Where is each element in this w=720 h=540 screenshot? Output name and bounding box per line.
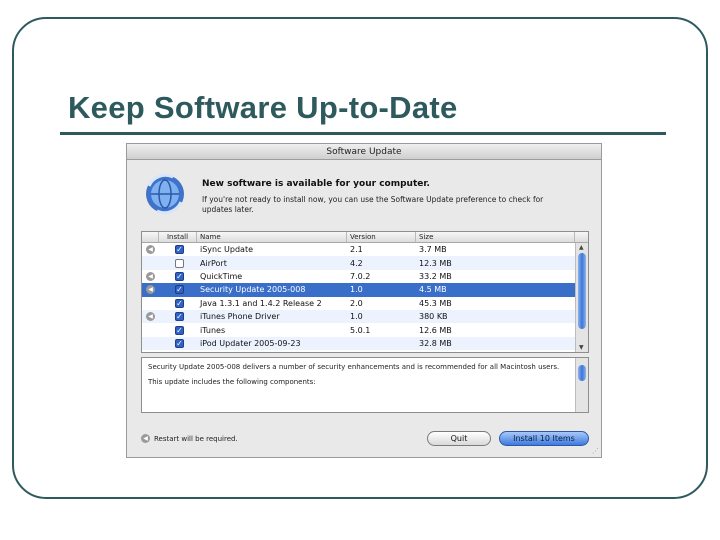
table-rows: ◀ ✓ iSync Update 2.1 3.7 MB AirPort 4.2 12.3 MB… <box>142 243 577 351</box>
update-version: 4.2 <box>350 258 363 268</box>
update-name: iSync Update <box>200 245 254 255</box>
table-row[interactable]: ◀ ✓ Security Update 2005-008 1.0 4.5 MB <box>142 283 577 297</box>
restart-indicator-cell: ◀ <box>142 285 159 295</box>
table-scrollbar[interactable]: ▲ ▼ <box>575 243 588 352</box>
restart-icon: ◀ <box>146 245 155 255</box>
restart-icon: ◀ <box>146 285 155 295</box>
table-row[interactable]: ✓ Java 1.3.1 and 1.4.2 Release 2 2.0 45.3 M… <box>142 297 577 310</box>
install-cell: ✓ <box>159 325 197 335</box>
restart-icon: ◀ <box>141 434 150 443</box>
install-checkbox[interactable]: ✓ <box>175 285 184 295</box>
restart-icon: ◀ <box>146 271 155 281</box>
update-version: 2.0 <box>350 298 363 308</box>
update-size: 12.6 MB <box>419 325 452 335</box>
update-detail-panel: Security Update 2005-008 delivers a numb… <box>141 357 589 413</box>
install-button[interactable]: Install 10 Items <box>499 431 589 446</box>
restart-indicator-cell: ◀ <box>142 271 159 281</box>
update-size: 32.8 MB <box>419 338 452 348</box>
table-header: Install Name Version Size <box>142 232 588 243</box>
scroll-thumb[interactable] <box>578 253 586 329</box>
column-header-indicator[interactable] <box>142 232 159 242</box>
install-cell: ✓ <box>159 271 197 281</box>
update-size: 12.3 MB <box>419 258 452 268</box>
detail-text-line2: This update includes the following compo… <box>148 378 316 386</box>
restart-indicator-cell: ◀ <box>142 245 159 255</box>
update-version: 1.0 <box>350 285 363 295</box>
install-checkbox[interactable]: ✓ <box>175 245 184 255</box>
update-name: Security Update 2005-008 <box>200 285 306 295</box>
restart-note: ◀ Restart will be required. <box>141 434 238 443</box>
update-version: 1.0 <box>350 312 363 322</box>
table-row[interactable]: ◀ ✓ QuickTime 7.0.2 33.2 MB <box>142 270 577 283</box>
install-checkbox[interactable]: ✓ <box>175 271 184 281</box>
update-name: Java 1.3.1 and 1.4.2 Release 2 <box>200 298 322 308</box>
table-row[interactable]: ✓ iPod Updater 2005-09-23 32.8 MB <box>142 336 577 351</box>
restart-icon: ◀ <box>146 312 155 322</box>
install-cell: ✓ <box>159 338 197 348</box>
column-header-name[interactable]: Name <box>197 232 347 242</box>
restart-indicator-cell: ◀ <box>142 312 159 322</box>
update-size: 4.5 MB <box>419 285 447 295</box>
update-name: QuickTime <box>200 271 243 281</box>
install-checkbox[interactable]: ✓ <box>175 338 184 348</box>
install-checkbox[interactable]: ✓ <box>175 298 184 308</box>
update-name: iPod Updater 2005-09-23 <box>200 338 301 348</box>
table-row[interactable]: ◀ ✓ iSync Update 2.1 3.7 MB <box>142 243 577 256</box>
column-header-version[interactable]: Version <box>347 232 416 242</box>
resize-grip-icon[interactable]: ⋰ <box>592 447 599 455</box>
update-name: iTunes Phone Driver <box>200 312 280 322</box>
install-cell: ✓ <box>159 312 197 322</box>
updates-table: Install Name Version Size ◀ ✓ iSync Update… <box>141 231 589 353</box>
install-cell: ✓ <box>159 298 197 308</box>
table-row[interactable]: AirPort 4.2 12.3 MB <box>142 256 577 270</box>
update-version: 2.1 <box>350 245 363 255</box>
update-version: 5.0.1 <box>350 325 371 335</box>
update-version: 7.0.2 <box>350 271 371 281</box>
update-size: 3.7 MB <box>419 245 447 255</box>
header-description: If you're not ready to install now, you … <box>202 195 544 214</box>
table-row[interactable]: ✓ iTunes 5.0.1 12.6 MB <box>142 323 577 336</box>
install-cell: ✓ <box>159 245 197 255</box>
scroll-up-arrow-icon[interactable]: ▲ <box>579 244 584 251</box>
update-name: AirPort <box>200 258 227 268</box>
detail-scrollbar[interactable] <box>575 358 588 412</box>
update-size: 45.3 MB <box>419 298 452 308</box>
detail-text-line1: Security Update 2005-008 delivers a numb… <box>148 363 560 371</box>
column-header-size[interactable]: Size <box>416 232 575 242</box>
column-header-install[interactable]: Install <box>159 232 197 242</box>
column-header-spacer <box>575 232 588 242</box>
update-size: 380 KB <box>419 312 448 322</box>
quit-button[interactable]: Quit <box>427 431 491 446</box>
software-update-window: Software Update New software is availabl… <box>126 143 602 458</box>
update-size: 33.2 MB <box>419 271 452 281</box>
scroll-down-arrow-icon[interactable]: ▼ <box>579 344 584 351</box>
slide-title: Keep Software Up-to-Date <box>68 90 458 125</box>
install-checkbox[interactable]: ✓ <box>175 325 184 335</box>
header-title: New software is available for your compu… <box>202 179 430 189</box>
title-rule <box>60 132 666 135</box>
install-checkbox[interactable]: ✓ <box>175 312 184 322</box>
install-checkbox[interactable] <box>175 258 184 268</box>
window-titlebar[interactable]: Software Update <box>127 144 601 160</box>
restart-note-text: Restart will be required. <box>154 434 238 443</box>
update-name: iTunes <box>200 325 226 335</box>
install-cell <box>159 258 197 268</box>
software-update-globe-icon <box>146 173 184 215</box>
table-row[interactable]: ◀ ✓ iTunes Phone Driver 1.0 380 KB <box>142 309 577 324</box>
install-cell: ✓ <box>159 285 197 295</box>
detail-scroll-thumb[interactable] <box>578 365 586 381</box>
